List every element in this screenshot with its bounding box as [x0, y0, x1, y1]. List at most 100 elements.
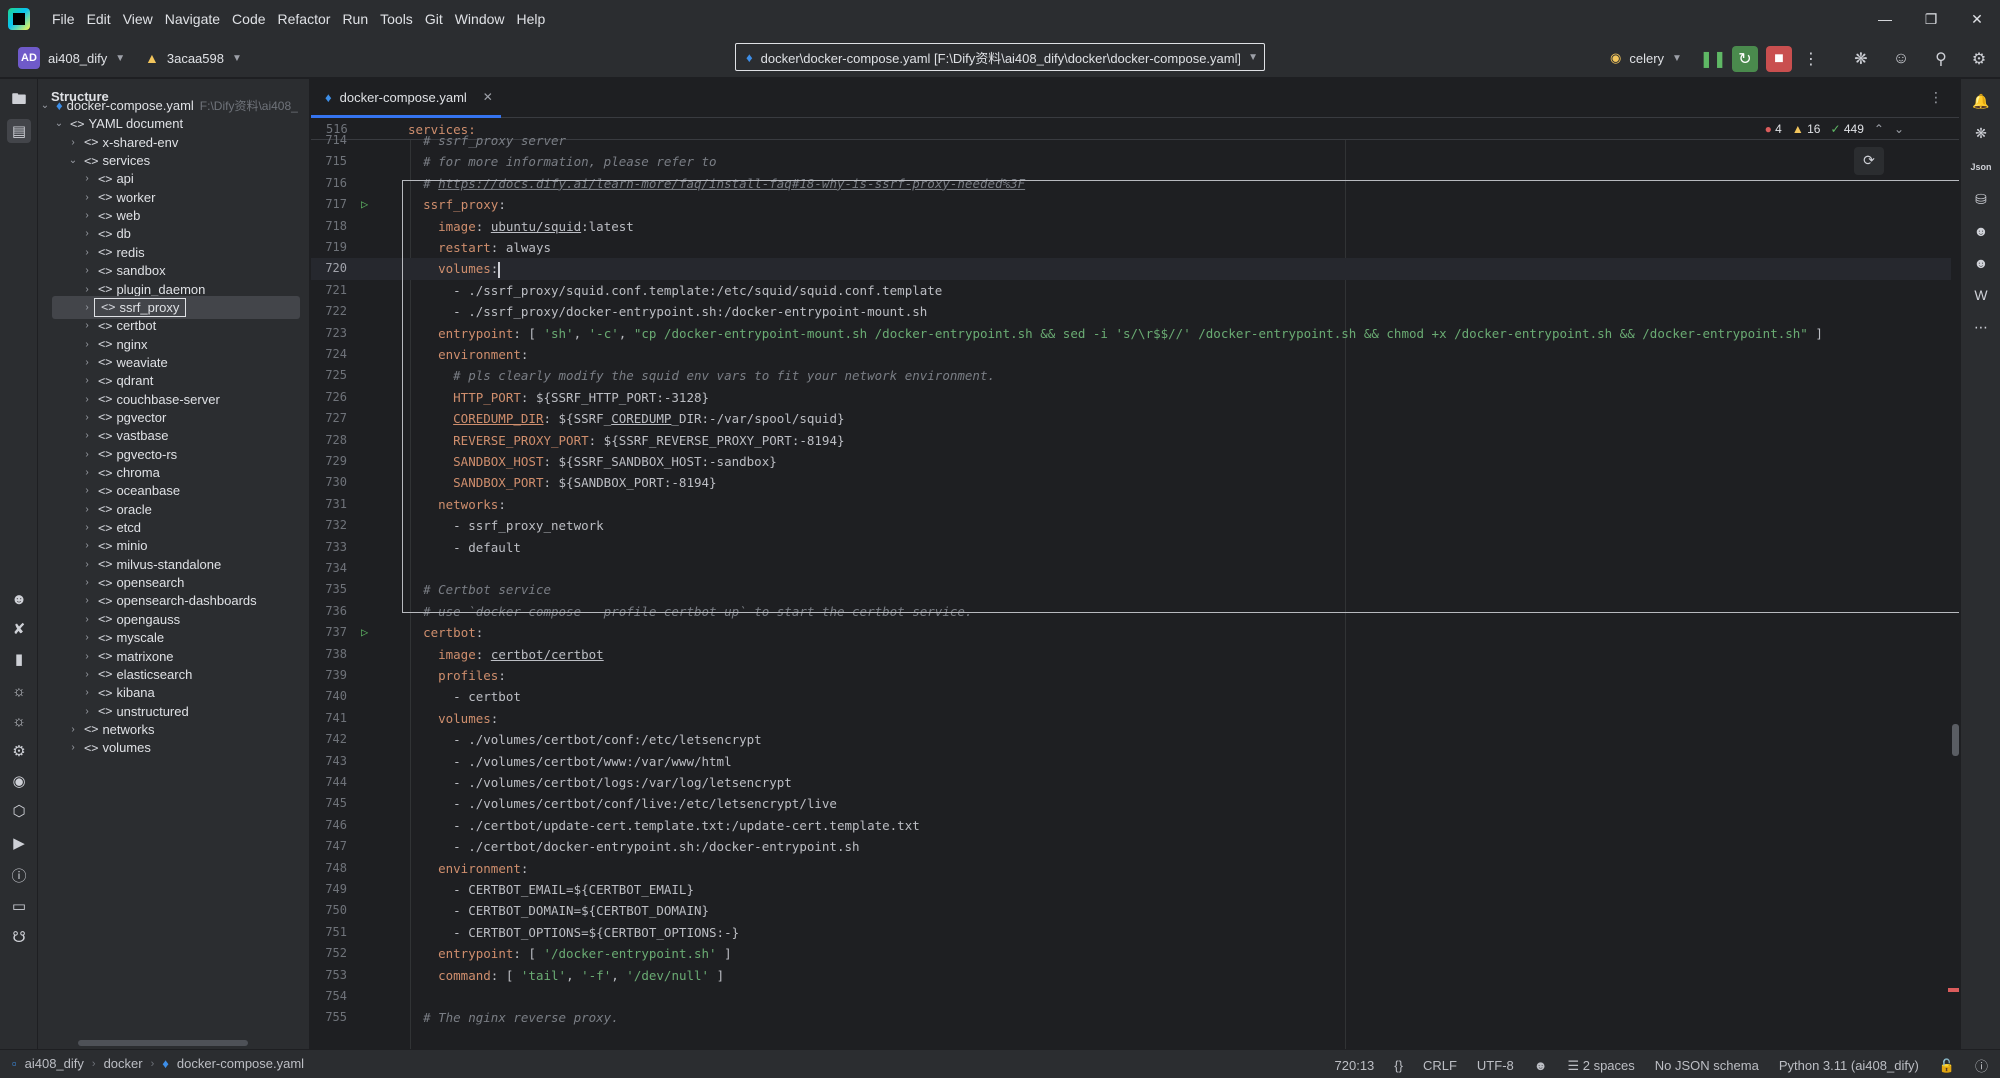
error-stripe-marker[interactable] — [1948, 988, 1959, 992]
code-line[interactable]: 732 - ssrf_proxy_network — [311, 515, 1951, 536]
chevron-right-icon[interactable]: › — [80, 540, 94, 551]
code-line[interactable]: 744 - ./volumes/certbot/logs:/var/log/le… — [311, 772, 1951, 793]
menu-item-navigate[interactable]: Navigate — [159, 0, 226, 38]
tree-item-volumes[interactable]: › <> volumes — [38, 736, 309, 759]
code-line[interactable]: 726 HTTP_PORT: ${SSRF_HTTP_PORT:-3128} — [311, 387, 1951, 408]
code-line[interactable]: 734 — [311, 558, 1951, 579]
chevron-right-icon[interactable]: › — [80, 485, 94, 496]
menu-item-code[interactable]: Code — [226, 0, 271, 38]
code-line[interactable]: 743 - ./volumes/certbot/www:/var/www/htm… — [311, 751, 1951, 772]
code-line[interactable]: 749 - CERTBOT_EMAIL=${CERTBOT_EMAIL} — [311, 879, 1951, 900]
code-line[interactable]: 717 ▷ ssrf_proxy: — [311, 194, 1951, 215]
chevron-right-icon[interactable]: › — [80, 375, 94, 386]
database-icon[interactable]: ⛁ — [1969, 187, 1993, 211]
project-folder-icon[interactable]: 🖿 — [7, 89, 31, 113]
code-line[interactable]: 748 environment: — [311, 858, 1951, 879]
chevron-down-icon[interactable]: ⌄ — [66, 155, 80, 166]
stop-icon[interactable]: ■ — [1766, 46, 1792, 72]
tab-options-icon[interactable]: ⋮ — [1929, 89, 1943, 106]
chevron-right-icon[interactable]: › — [80, 265, 94, 276]
chevron-right-icon[interactable]: › — [80, 595, 94, 606]
rerun-icon[interactable]: ↻ — [1732, 46, 1758, 72]
pause-icon[interactable]: ❚❚ — [1700, 46, 1727, 72]
project-widget[interactable]: AD ai408_dify ▼ — [18, 46, 125, 70]
horizontal-scrollbar[interactable] — [78, 1040, 248, 1046]
code-line[interactable]: 741 volumes: — [311, 708, 1951, 729]
braces-icon[interactable]: {} — [1394, 1058, 1403, 1073]
add-user-icon[interactable]: ☺ — [1888, 46, 1914, 72]
chevron-right-icon[interactable]: › — [80, 394, 94, 405]
refresh-icon[interactable]: ⟳ — [1854, 147, 1884, 175]
code-line[interactable]: 720 volumes: — [311, 258, 1951, 280]
file-encoding[interactable]: UTF-8 — [1477, 1058, 1514, 1073]
notification-status-icon[interactable]: ⓘ — [1975, 1056, 1988, 1075]
chevron-right-icon[interactable]: › — [80, 632, 94, 643]
code-line[interactable]: 729 SANDBOX_HOST: ${SSRF_SANDBOX_HOST:-s… — [311, 451, 1951, 472]
debug-icon[interactable]: ⚙ — [7, 739, 31, 763]
code-line[interactable]: 719 restart: always — [311, 237, 1951, 258]
chevron-right-icon[interactable]: › — [80, 706, 94, 717]
more-actions-icon[interactable]: ⋮ — [1798, 46, 1824, 72]
json-schema[interactable]: No JSON schema — [1655, 1058, 1759, 1073]
code-line[interactable]: 716 # https://docs.dify.ai/learn-more/fa… — [311, 173, 1951, 194]
chevron-right-icon[interactable]: › — [80, 357, 94, 368]
code-line[interactable]: 742 - ./volumes/certbot/conf:/etc/letsen… — [311, 729, 1951, 750]
code-line[interactable]: 722 - ./ssrf_proxy/docker-entrypoint.sh:… — [311, 301, 1951, 322]
line-separator[interactable]: CRLF — [1423, 1058, 1457, 1073]
caret-position[interactable]: 720:13 — [1335, 1058, 1375, 1073]
lock-icon[interactable]: 🔓 — [1939, 1058, 1955, 1074]
menu-item-edit[interactable]: Edit — [81, 0, 117, 38]
copilot-chat-icon[interactable]: ☻ — [1969, 219, 1993, 243]
code-line[interactable]: 715 # for more information, please refer… — [311, 151, 1951, 172]
vertical-scrollbar[interactable] — [1952, 724, 1959, 756]
menu-item-git[interactable]: Git — [419, 0, 449, 38]
code-line[interactable]: 727 COREDUMP_DIR: ${SSRF_COREDUMP_DIR:-/… — [311, 408, 1951, 429]
ai-assistant-icon[interactable]: ❋ — [1969, 121, 1993, 145]
menu-item-window[interactable]: Window — [449, 0, 511, 38]
ai-assistant-icon[interactable]: ❋ — [1848, 46, 1874, 72]
notifications-icon[interactable]: 🔔 — [1969, 89, 1993, 113]
code-line[interactable]: 751 - CERTBOT_OPTIONS=${CERTBOT_OPTIONS:… — [311, 922, 1951, 943]
chevron-right-icon[interactable]: › — [66, 724, 80, 735]
chevron-right-icon[interactable]: › — [66, 742, 80, 753]
settings-gear-icon[interactable]: ⚙ — [1966, 46, 1992, 72]
chevron-right-icon[interactable]: › — [80, 210, 94, 221]
code-line[interactable]: 724 environment: — [311, 344, 1951, 365]
code-line[interactable]: 752 entrypoint: [ '/docker-entrypoint.sh… — [311, 943, 1951, 964]
menu-item-tools[interactable]: Tools — [374, 0, 419, 38]
chevron-right-icon[interactable]: › — [80, 228, 94, 239]
json-icon[interactable]: Json — [1969, 155, 1993, 179]
run-config-selector[interactable]: ◉ celery ▼ — [1610, 46, 1682, 70]
code-line[interactable]: 736 # use `docker-compose --profile cert… — [311, 601, 1951, 622]
pycharm-logo-icon[interactable] — [8, 8, 30, 30]
chevron-right-icon[interactable]: › — [80, 669, 94, 680]
problems-icon[interactable]: ⓘ — [7, 863, 31, 887]
run-icon[interactable]: ▶ — [7, 831, 31, 855]
git-icon[interactable]: ☋ — [7, 925, 31, 949]
code-line[interactable]: 739 profiles: — [311, 665, 1951, 686]
chevron-right-icon[interactable]: › — [80, 192, 94, 203]
code-line[interactable]: 730 SANDBOX_PORT: ${SANDBOX_PORT:-8194} — [311, 472, 1951, 493]
bookmarks-icon[interactable]: ▮ — [7, 647, 31, 671]
close-icon[interactable]: ✕ — [483, 90, 493, 104]
search-icon[interactable]: ⚲ — [1928, 46, 1954, 72]
menu-item-file[interactable]: File — [46, 0, 81, 38]
code-line[interactable]: 738 image: certbot/certbot — [311, 644, 1951, 665]
copilot-status-icon[interactable]: ☻ — [1534, 1058, 1548, 1073]
close-window-icon[interactable]: ✕ — [1954, 0, 2000, 38]
code-line[interactable]: 746 - ./certbot/update-cert.template.txt… — [311, 815, 1951, 836]
python-packages-icon[interactable]: ☼ — [7, 709, 31, 733]
chevron-right-icon[interactable]: › — [80, 651, 94, 662]
menu-item-run[interactable]: Run — [336, 0, 374, 38]
code-line[interactable]: 747 - ./certbot/docker-entrypoint.sh:/do… — [311, 836, 1951, 857]
chevron-right-icon[interactable]: › — [80, 339, 94, 350]
chevron-right-icon[interactable]: › — [80, 320, 94, 331]
chevron-right-icon[interactable]: › — [80, 522, 94, 533]
code-line[interactable]: 728 REVERSE_PROXY_PORT: ${SSRF_REVERSE_P… — [311, 430, 1951, 451]
code-line[interactable]: 723 entrypoint: [ 'sh', '-c', "cp /docke… — [311, 323, 1951, 344]
code-line[interactable]: 755 # The nginx reverse proxy. — [311, 1007, 1951, 1028]
gutter-run-icon[interactable]: ▷ — [361, 622, 368, 643]
tab-docker-compose[interactable]: ♦ docker-compose.yaml ✕ — [311, 79, 501, 118]
tools-icon[interactable]: ✘ — [7, 617, 31, 641]
structure-icon[interactable]: ▤ — [7, 119, 31, 143]
